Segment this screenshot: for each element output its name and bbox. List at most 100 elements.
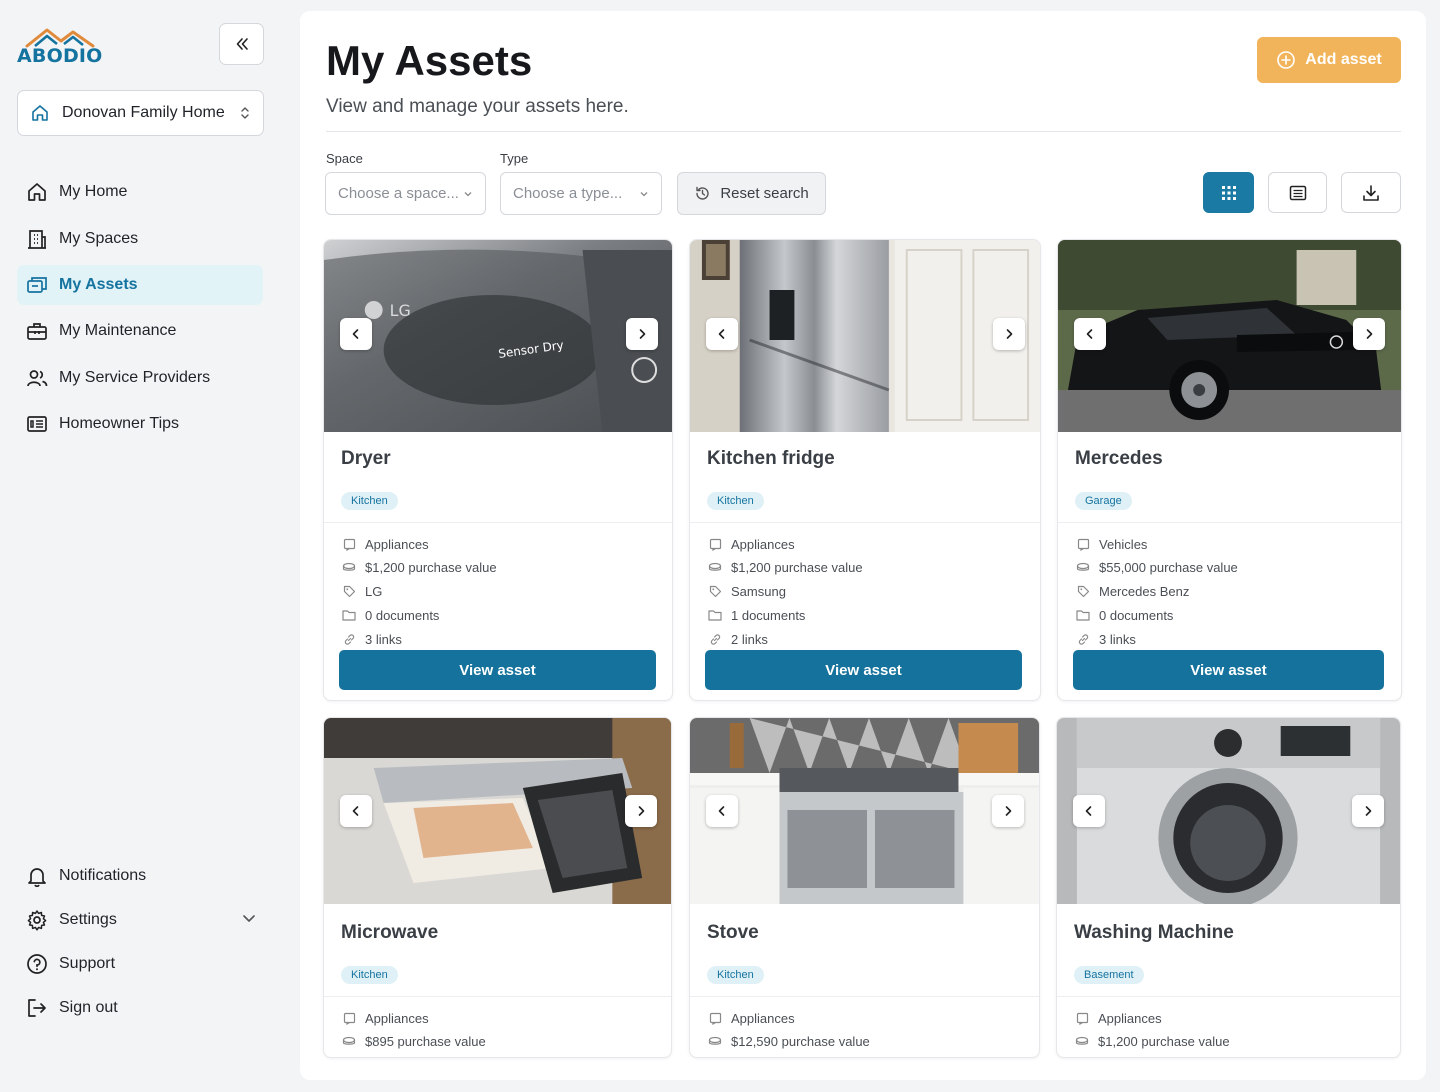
carousel-prev-button[interactable] (1074, 318, 1106, 350)
chevron-right-icon (638, 806, 645, 816)
plus-circle-icon (1277, 51, 1296, 69)
chevron-right-icon (1365, 806, 1372, 816)
money-icon (342, 560, 356, 574)
asset-name: Microwave (341, 922, 439, 943)
main-panel: My Assets View and manage your assets he… (300, 11, 1426, 1080)
carousel-next-button[interactable] (625, 795, 657, 827)
nav-label: My Maintenance (59, 322, 177, 339)
carousel-prev-button[interactable] (706, 795, 738, 827)
asset-links: 2 links (708, 630, 768, 648)
carousel-next-button[interactable] (626, 318, 658, 350)
carousel-prev-button[interactable] (340, 318, 372, 350)
carousel-next-button[interactable] (1353, 318, 1385, 350)
carousel-next-button[interactable] (992, 795, 1024, 827)
chevron-left-icon (718, 806, 725, 816)
download-button[interactable] (1341, 172, 1401, 213)
nav-item-sign-out[interactable]: Sign out (17, 988, 263, 1028)
bell-icon (26, 865, 48, 887)
building-icon (26, 228, 48, 250)
view-asset-button[interactable]: View asset (705, 650, 1022, 690)
view-asset-button[interactable]: View asset (1073, 650, 1384, 690)
nav-item-homeowner-tips[interactable]: Homeowner Tips (17, 404, 263, 444)
nav-label: My Assets (59, 276, 138, 293)
reset-search-button[interactable]: Reset search (677, 172, 826, 215)
card-divider (690, 522, 1040, 523)
chevron-down-icon[interactable] (241, 910, 257, 926)
asset-documents: 1 documents (708, 606, 805, 624)
space-filter-label: Space (326, 151, 363, 166)
carousel-next-button[interactable] (1352, 795, 1384, 827)
chevron-left-icon (718, 329, 725, 339)
abodio-logo[interactable]: ABODIO (17, 26, 102, 67)
asset-type: Appliances (708, 1009, 795, 1027)
asset-documents: 0 documents (1076, 606, 1173, 624)
nav-item-notifications[interactable]: Notifications (17, 856, 263, 896)
nav-item-my-maintenance[interactable]: My Maintenance (17, 311, 263, 351)
asset-photo-dryer: LG Sensor Dry (324, 240, 672, 432)
tag-icon (708, 584, 722, 598)
double-chevron-left-icon (236, 38, 248, 50)
chevron-right-icon (1366, 329, 1373, 339)
bookmark-icon (1076, 537, 1090, 551)
folder-icon (708, 608, 722, 622)
nav-label: Settings (59, 911, 117, 928)
house-icon (26, 181, 48, 203)
nav-item-support[interactable]: Support (17, 944, 263, 984)
asset-card-dryer: LG Sensor Dry Dryer Kitchen Appliances $… (323, 239, 673, 701)
folder-icon (342, 608, 356, 622)
space-badge: Kitchen (707, 492, 764, 510)
house-icon (32, 105, 48, 121)
asset-value: $55,000 purchase value (1076, 558, 1238, 576)
home-selector[interactable]: Donovan Family Home (17, 90, 264, 136)
nav-item-settings[interactable]: Settings (17, 900, 263, 940)
download-icon (1363, 184, 1379, 201)
asset-documents: 0 documents (342, 606, 439, 624)
carousel-prev-button[interactable] (340, 795, 372, 827)
carousel-prev-button[interactable] (706, 318, 738, 350)
space-select[interactable]: Choose a space... (325, 172, 486, 215)
asset-photo-stove (690, 718, 1039, 904)
asset-value: $895 purchase value (342, 1032, 486, 1050)
card-divider (324, 522, 672, 523)
carousel-next-button[interactable] (993, 318, 1025, 350)
asset-name: Kitchen fridge (707, 448, 835, 469)
gear-icon (26, 909, 48, 931)
asset-value: $1,200 purchase value (1075, 1032, 1230, 1050)
users-icon (26, 367, 48, 389)
chevron-left-icon (352, 806, 359, 816)
asset-brand: LG (342, 582, 382, 600)
collapse-sidebar-button[interactable] (219, 23, 264, 65)
chevron-left-icon (1085, 806, 1092, 816)
money-icon (708, 560, 722, 574)
asset-name: Mercedes (1075, 448, 1163, 469)
chevron-down-icon (640, 191, 648, 196)
nav-item-my-home[interactable]: My Home (17, 172, 263, 212)
type-select[interactable]: Choose a type... (500, 172, 662, 215)
carousel-prev-button[interactable] (1073, 795, 1105, 827)
space-badge: Garage (1075, 492, 1132, 510)
bookmark-icon (708, 1011, 722, 1025)
asset-brand: Mercedes Benz (1076, 582, 1189, 600)
nav-item-my-service-providers[interactable]: My Service Providers (17, 358, 263, 398)
money-icon (1076, 560, 1090, 574)
money-icon (342, 1034, 356, 1048)
add-asset-button[interactable]: Add asset (1257, 37, 1401, 83)
view-asset-button[interactable]: View asset (339, 650, 656, 690)
link-icon (342, 632, 356, 646)
list-view-button[interactable] (1268, 172, 1327, 213)
history-icon (696, 186, 710, 200)
sidebar: ABODIO Donovan Family Home My Home My Sp… (0, 0, 286, 1092)
chevron-right-icon (639, 329, 646, 339)
nav-item-my-spaces[interactable]: My Spaces (17, 219, 263, 259)
grid-view-button[interactable] (1203, 172, 1254, 213)
photo-brand-text: LG (390, 301, 411, 320)
add-asset-label: Add asset (1305, 51, 1382, 68)
type-filter-label: Type (500, 151, 529, 166)
nav-item-my-assets[interactable]: My Assets (17, 265, 263, 305)
nav-label: Sign out (59, 999, 118, 1016)
nav-label: Support (59, 955, 116, 972)
tag-icon (1076, 584, 1090, 598)
asset-photo-mercedes (1058, 240, 1401, 432)
card-divider (324, 996, 671, 997)
space-badge: Kitchen (707, 966, 764, 984)
